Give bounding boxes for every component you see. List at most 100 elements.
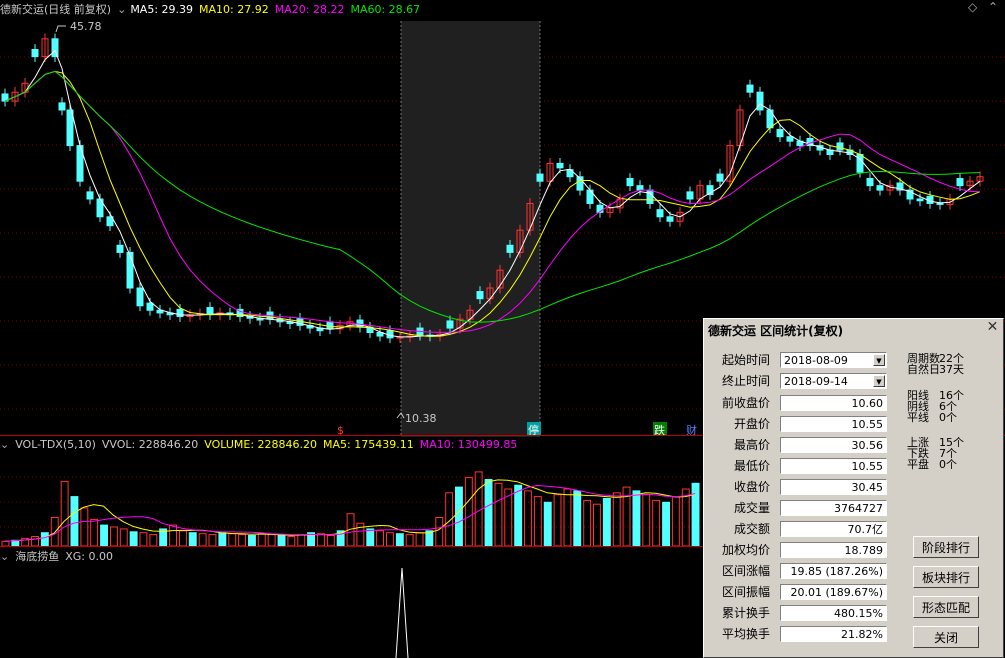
start-time-select[interactable]: 2018-08-09 ▼	[780, 352, 887, 368]
field-value: 10.55	[780, 458, 887, 474]
volume-bar	[267, 534, 276, 546]
field-label: 区间涨幅	[721, 564, 770, 578]
volume-bar	[179, 530, 187, 546]
candle-body	[556, 162, 564, 169]
volume-bar	[593, 503, 601, 546]
field-label: 累计换手	[721, 606, 770, 620]
close-button[interactable]: 关闭	[913, 626, 979, 648]
field-value: 480.15%	[780, 605, 887, 621]
field-label: 开盘价	[733, 417, 770, 431]
volume-bar	[90, 518, 99, 546]
volume-title: VOL-TDX(5,10)	[15, 438, 96, 451]
ma5-readout: MA5: 29.39	[130, 3, 194, 16]
candle-body	[536, 173, 544, 182]
volume-bar	[514, 484, 523, 546]
volume-bar	[149, 534, 158, 546]
main-chart-header: 德新交运(日线 前复权) ⌄ MA5: 29.39 MA10: 27.92 MA20: …	[0, 1, 1005, 17]
volume-bar	[484, 479, 493, 546]
field-label: 加权均价	[721, 543, 770, 557]
chevron-down-icon[interactable]: ⌄	[117, 3, 126, 16]
volume-bar	[524, 490, 532, 546]
field-value: 19.85 (187.26%)	[780, 563, 887, 579]
candle-body	[51, 38, 59, 58]
volume-bar	[386, 532, 394, 546]
candle-body	[476, 291, 484, 300]
chevron-up-icon[interactable]: ⌃	[988, 0, 998, 14]
candle-body	[666, 216, 674, 222]
diamond-icon[interactable]: ◇	[968, 0, 977, 14]
volume-bar	[248, 535, 256, 546]
chevron-down-icon[interactable]: ⌄	[0, 438, 9, 451]
candle-body	[146, 302, 154, 311]
close-icon[interactable]: ✕	[985, 320, 1000, 335]
volume-bar	[257, 533, 266, 546]
selection-range[interactable]	[401, 21, 540, 437]
candle-body	[176, 308, 184, 317]
candle-body	[776, 129, 784, 138]
volume-bar	[287, 536, 296, 546]
volume-bar	[474, 471, 483, 546]
stat-value: 0个	[939, 411, 957, 424]
volume-bar	[662, 501, 670, 546]
low-price-label: 10.38	[405, 412, 437, 425]
stat-value: 0个	[939, 458, 957, 471]
volume-bar	[573, 490, 582, 546]
volume-bar	[681, 488, 690, 546]
field-value: 10.60	[780, 395, 887, 411]
candle-body	[116, 244, 124, 253]
end-time-select[interactable]: 2018-09-14 ▼	[780, 373, 887, 389]
sector-ranking-button[interactable]: 板块排行	[913, 566, 979, 588]
candle-body	[636, 185, 644, 191]
volume-bar	[632, 490, 641, 546]
field-label: 成交额	[733, 522, 770, 536]
vol-ma10-readout: MA10: 130499.85	[419, 438, 518, 451]
dropdown-arrow-icon[interactable]: ▼	[873, 354, 885, 366]
volume-bar	[612, 492, 621, 546]
volume-bar	[366, 528, 375, 546]
volume-bar	[415, 532, 424, 546]
candle-body	[916, 198, 924, 202]
candle-body	[786, 136, 794, 142]
candle-body	[686, 191, 694, 200]
candle-body	[866, 178, 874, 187]
volume-bar	[40, 532, 49, 546]
range-statistics-dialog[interactable]: 德新交运 区间统计(复权) ✕ 起始时间 2018-08-09 ▼ 终止时间 20…	[703, 318, 1004, 658]
volume-bar	[31, 536, 40, 546]
stage-ranking-button[interactable]: 阶段排行	[913, 536, 979, 558]
candle-body	[58, 102, 66, 111]
stat-natural-days: 自然日 37天	[907, 363, 964, 376]
volume-bar	[317, 533, 325, 546]
volume-bar	[671, 496, 680, 546]
candle-body	[126, 251, 134, 289]
volume-bar	[60, 480, 69, 546]
candle-body	[206, 307, 214, 316]
volume-bar	[376, 530, 385, 546]
volume-bar	[70, 496, 79, 546]
pattern-match-button[interactable]: 形态匹配	[913, 596, 979, 618]
candle-body	[956, 178, 964, 187]
volume-bar	[405, 534, 414, 546]
dialog-title: 德新交运 区间统计(复权)	[708, 324, 844, 338]
field-value: 30.45	[780, 479, 887, 495]
volume-bar	[100, 524, 108, 546]
stat-label: 自然日	[907, 363, 940, 376]
high-price-label: 45.78	[70, 20, 102, 33]
candle-body	[716, 173, 724, 182]
volume-bar	[169, 524, 178, 546]
candle-body	[836, 142, 844, 151]
volume-bar	[188, 532, 197, 546]
stat-label: 平线	[907, 411, 929, 424]
start-time-label: 起始时间	[721, 353, 770, 367]
ma60-readout: MA60: 28.67	[350, 3, 421, 16]
candle-body	[656, 209, 664, 218]
volume-bar	[602, 498, 611, 546]
ma10-readout: MA10: 27.92	[199, 3, 269, 16]
field-value: 20.01 (189.67%)	[780, 584, 887, 600]
pane-divider[interactable]	[0, 546, 705, 547]
dropdown-arrow-icon[interactable]: ▼	[873, 375, 885, 387]
volume-bar	[198, 533, 207, 546]
volume-bar	[553, 494, 562, 546]
volume-bar	[543, 501, 552, 546]
candle-body	[506, 244, 514, 253]
candle-body	[136, 287, 144, 307]
